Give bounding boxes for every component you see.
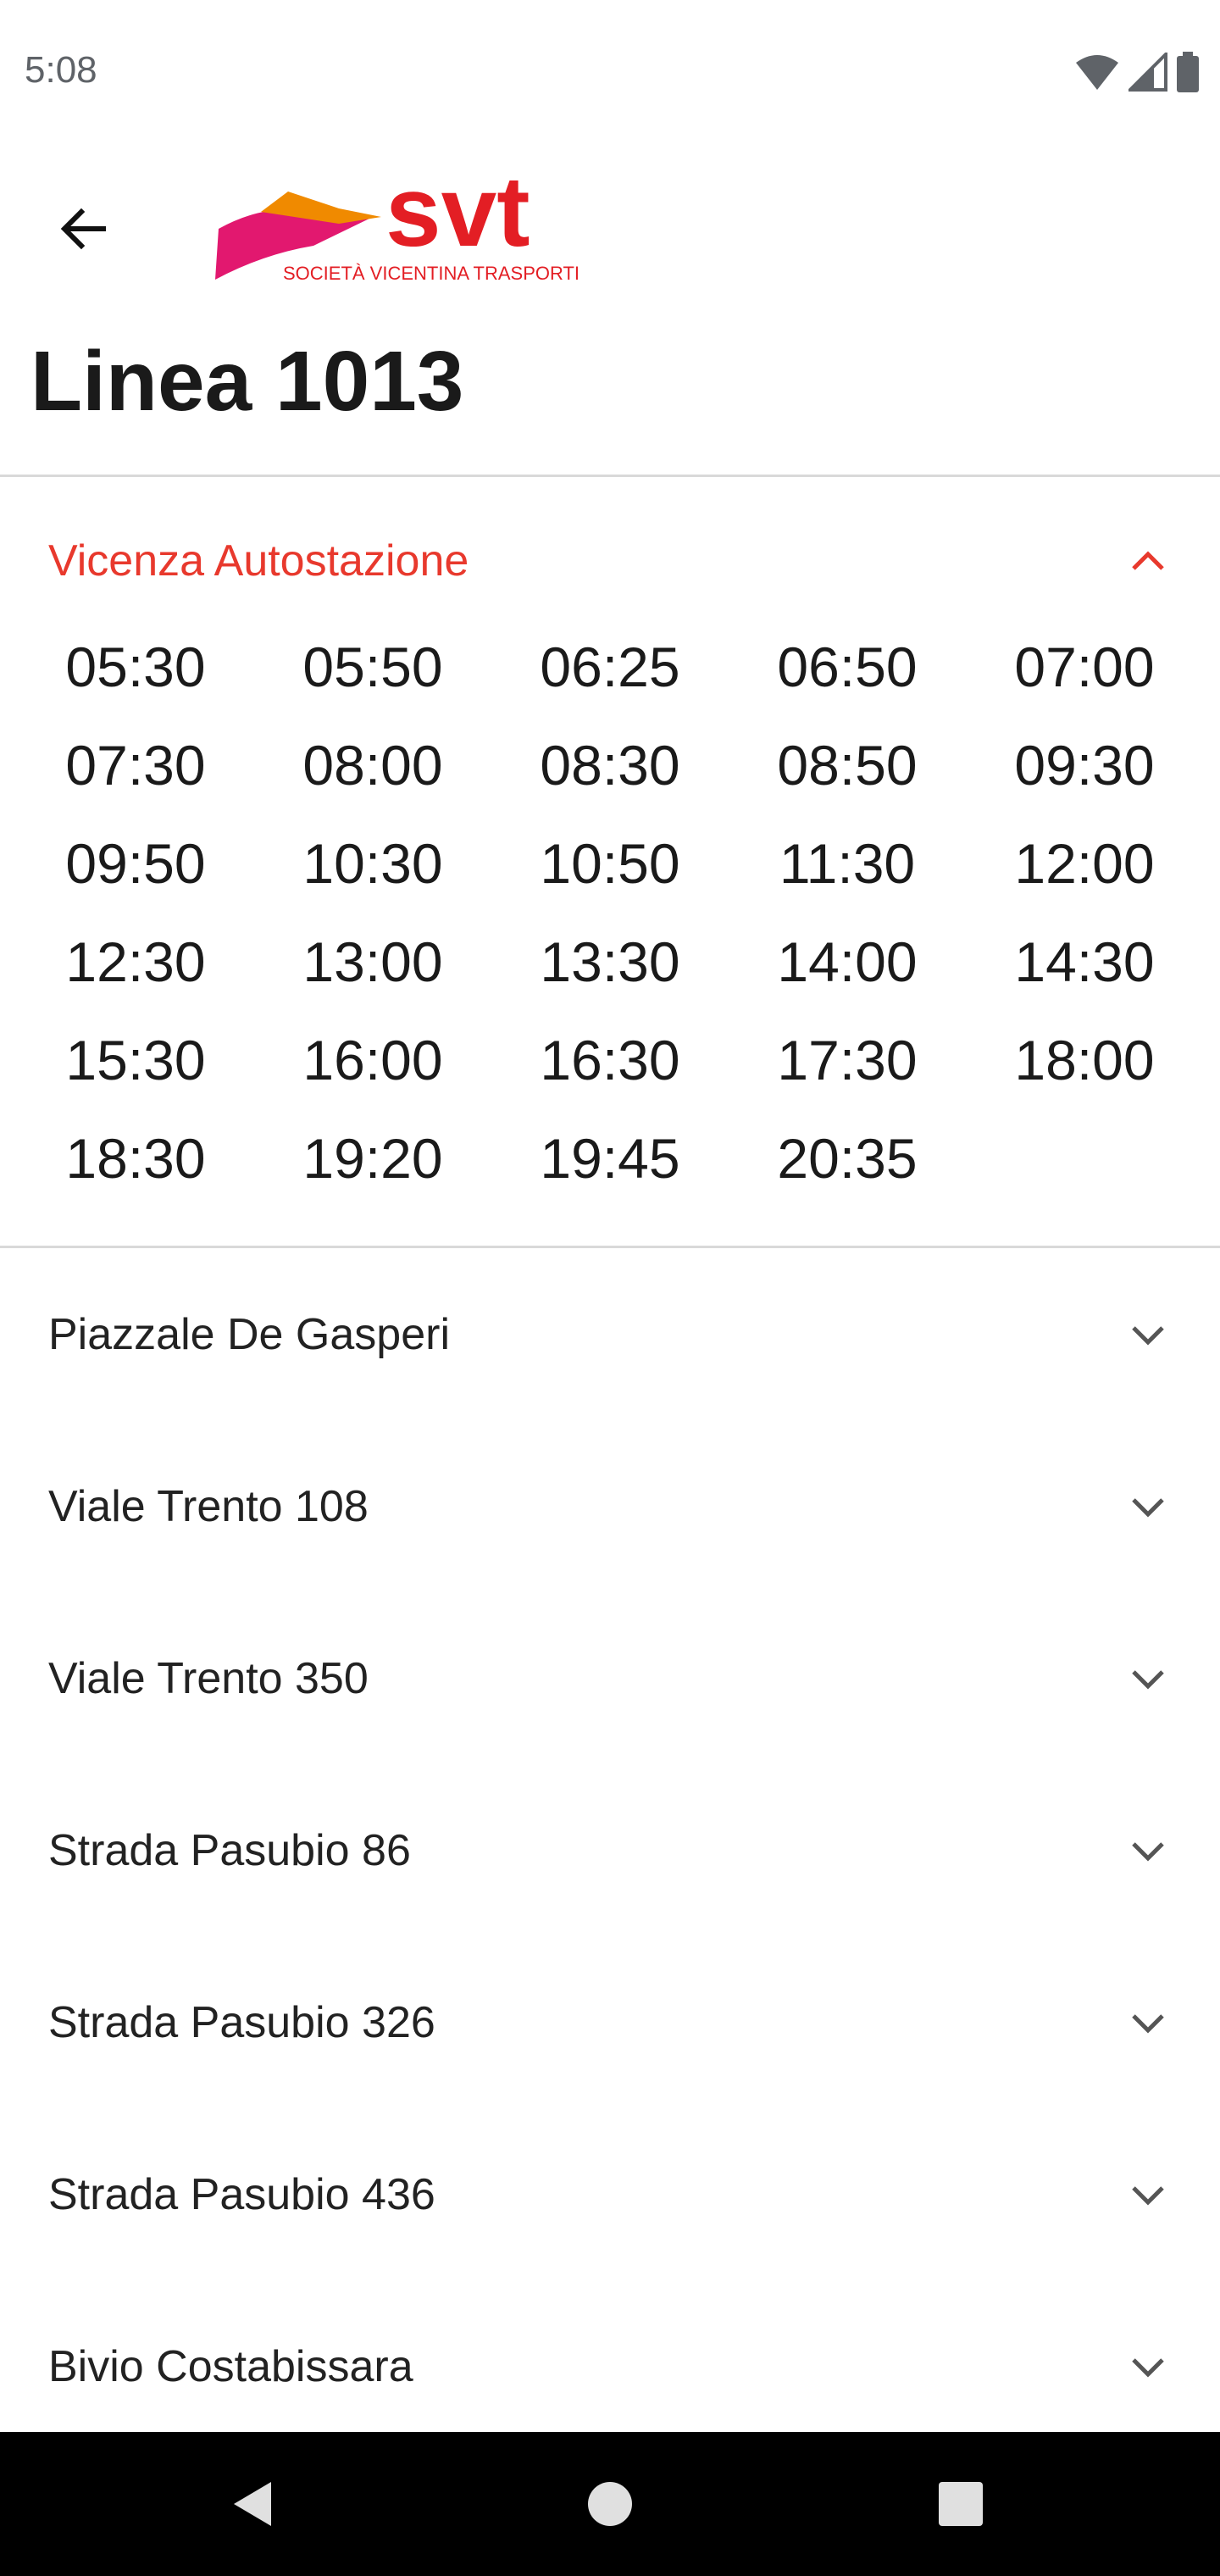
- departure-time: 08:00: [302, 734, 443, 797]
- departure-time: 15:30: [65, 1029, 206, 1091]
- stop-header[interactable]: Viale Trento 108: [0, 1460, 1220, 1553]
- departure-time: 14:00: [777, 930, 918, 993]
- logo-text: svt: [385, 161, 530, 268]
- app-header: svt SOCIETÀ VICENTINA TRASPORTI: [0, 144, 1220, 339]
- triangle-back-icon: [234, 2482, 271, 2526]
- departure-time: 06:50: [777, 636, 918, 698]
- departure-time: 18:30: [65, 1127, 206, 1190]
- departure-time: 16:00: [302, 1029, 443, 1091]
- chevron-down-icon: [1132, 1498, 1164, 1518]
- stop-name: Viale Trento 108: [48, 1482, 369, 1531]
- departure-time: 11:30: [779, 832, 916, 895]
- stop-name: Piazzale De Gasperi: [48, 1310, 450, 1359]
- departure-time: 16:30: [540, 1029, 680, 1091]
- back-button[interactable]: [41, 186, 125, 271]
- circle-home-icon: [588, 2482, 632, 2526]
- departure-time: 12:00: [1014, 832, 1155, 895]
- departure-time: 10:50: [540, 832, 680, 895]
- stop-section: Viale Trento 350: [0, 1632, 1220, 1725]
- svt-logo: svt SOCIETÀ VICENTINA TRASPORTI: [212, 156, 585, 288]
- departure-time: 08:30: [540, 734, 680, 797]
- stop-name: Strada Pasubio 326: [48, 1998, 435, 2047]
- departure-time: 17:30: [777, 1029, 918, 1091]
- stop-header[interactable]: Piazzale De Gasperi: [0, 1288, 1220, 1381]
- chevron-down-icon: [1132, 2014, 1164, 2034]
- departure-time: 12:30: [65, 930, 206, 993]
- departure-time: 09:30: [1014, 734, 1155, 797]
- departure-time: 09:50: [65, 832, 206, 895]
- chevron-down-icon: [1132, 1326, 1164, 1346]
- logo-subtitle: SOCIETÀ VICENTINA TRASPORTI: [283, 263, 580, 284]
- divider: [0, 1246, 1220, 1248]
- square-recents-icon: [939, 2482, 983, 2526]
- stop-header[interactable]: Strada Pasubio 86: [0, 1804, 1220, 1897]
- departure-time: 06:25: [540, 636, 680, 698]
- stop-header[interactable]: Viale Trento 350: [0, 1632, 1220, 1725]
- stop-header-vicenza-autostazione[interactable]: Vicenza Autostazione: [0, 514, 1220, 608]
- chevron-down-icon: [1132, 2358, 1164, 2378]
- stop-section: Strada Pasubio 436: [0, 2148, 1220, 2241]
- departure-time: 13:30: [540, 930, 680, 993]
- departure-time: 13:00: [302, 930, 443, 993]
- nav-recents-button[interactable]: [927, 2470, 995, 2538]
- wifi-icon: [1076, 55, 1118, 90]
- stop-section: Strada Pasubio 326: [0, 1976, 1220, 2069]
- departure-time: 14:30: [1014, 930, 1155, 993]
- chevron-down-icon: [1132, 2186, 1164, 2206]
- page-title: Linea 1013: [30, 334, 464, 429]
- stop-section: Strada Pasubio 86: [0, 1804, 1220, 1897]
- stop-name: Viale Trento 350: [48, 1654, 369, 1703]
- stop-section: Bivio Costabissara: [0, 2320, 1220, 2413]
- departure-time: 19:45: [540, 1127, 680, 1190]
- departure-time: 07:00: [1014, 636, 1155, 698]
- stop-section: Piazzale De Gasperi: [0, 1288, 1220, 1381]
- signal-icon: [1128, 53, 1167, 92]
- stop-section-expanded: Vicenza Autostazione 05:30 05:50 06:25 06:5…: [0, 514, 1220, 1243]
- arrow-left-icon: [60, 208, 106, 250]
- departure-time: 19:20: [302, 1127, 443, 1190]
- status-icons: [1074, 51, 1200, 93]
- departure-time: 07:30: [65, 734, 206, 797]
- stop-header[interactable]: Strada Pasubio 326: [0, 1976, 1220, 2069]
- chevron-down-icon: [1132, 1842, 1164, 1862]
- status-time: 5:08: [25, 49, 97, 91]
- status-bar: 5:08: [0, 0, 1220, 144]
- chevron-down-icon: [1132, 1670, 1164, 1690]
- system-nav-bar: [0, 2432, 1220, 2576]
- chevron-up-icon: [1132, 551, 1164, 570]
- nav-back-button[interactable]: [220, 2470, 288, 2538]
- departure-time: 18:00: [1014, 1029, 1155, 1091]
- stop-name: Strada Pasubio 86: [48, 1826, 411, 1875]
- stop-section: Viale Trento 108: [0, 1460, 1220, 1553]
- departure-time: 05:30: [65, 636, 206, 698]
- nav-home-button[interactable]: [576, 2470, 644, 2538]
- stop-name: Vicenza Autostazione: [48, 536, 469, 586]
- stop-header[interactable]: Strada Pasubio 436: [0, 2148, 1220, 2241]
- divider: [0, 475, 1220, 477]
- departure-time: 05:50: [302, 636, 443, 698]
- stop-header[interactable]: Bivio Costabissara: [0, 2320, 1220, 2413]
- stop-name: Bivio Costabissara: [48, 2342, 413, 2391]
- stop-name: Strada Pasubio 436: [48, 2170, 435, 2219]
- departure-time: 10:30: [302, 832, 443, 895]
- departure-time: 20:35: [777, 1127, 918, 1190]
- departure-time: 08:50: [777, 734, 918, 797]
- battery-icon: [1177, 52, 1199, 92]
